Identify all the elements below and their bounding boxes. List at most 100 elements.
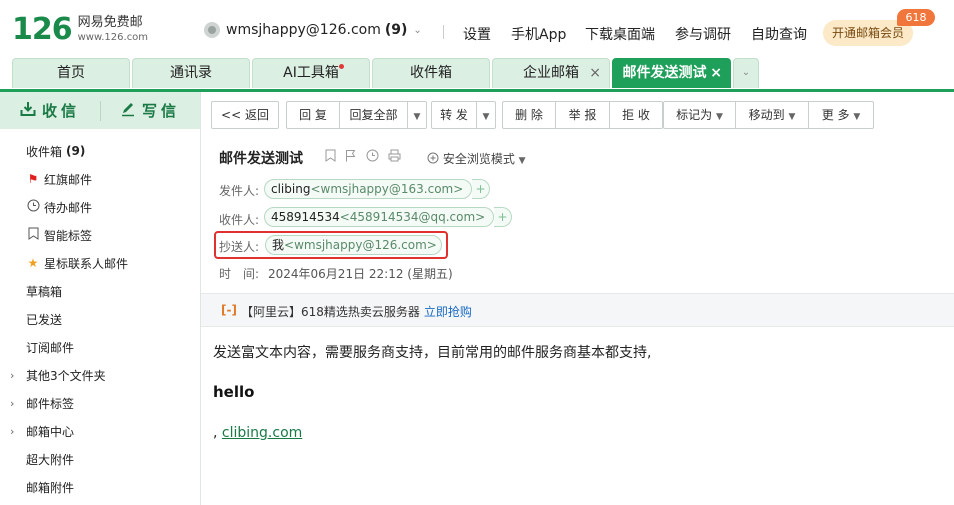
sidebar-item-label: 红旗邮件 bbox=[44, 172, 93, 187]
reply-all-button[interactable]: 回复全部 bbox=[340, 101, 408, 129]
ad-banner: [-] 【阿里云】618精选热卖云服务器 立即抢购 bbox=[201, 293, 954, 327]
tab-inbox[interactable]: 收件箱 bbox=[372, 58, 490, 88]
sidebar-item-mail-center[interactable]: › 邮箱中心 bbox=[0, 417, 200, 445]
sidebar-item-inbox[interactable]: 收件箱 (9) bbox=[26, 137, 226, 165]
more-button[interactable]: 更 多 ▼ bbox=[809, 101, 874, 129]
bookmark-icon bbox=[26, 227, 40, 243]
move-to-button[interactable]: 移动到 ▼ bbox=[736, 101, 809, 129]
ad-text: 【阿里云】618精选热卖云服务器 立即抢购 bbox=[241, 303, 472, 320]
sidebar-item-other-folders[interactable]: › 其他3个文件夹 bbox=[0, 361, 200, 389]
to-address: <458914534@qq.com> bbox=[339, 210, 486, 224]
nav-self-service[interactable]: 自助查询 bbox=[751, 24, 807, 44]
forward-button[interactable]: 转 发 bbox=[431, 101, 477, 129]
bookmark-icon[interactable] bbox=[325, 149, 336, 166]
write-label: 写信 bbox=[141, 102, 180, 120]
move-to-label: 移动到 bbox=[748, 108, 785, 122]
star-icon: ★ bbox=[27, 256, 39, 270]
sidebar-item-attachments[interactable]: 邮箱附件 bbox=[26, 473, 226, 501]
sidebar-item-subscriptions[interactable]: 订阅邮件 bbox=[26, 333, 226, 361]
nav-desktop-download[interactable]: 下载桌面端 bbox=[585, 24, 655, 44]
reject-button[interactable]: 拒 收 bbox=[610, 101, 663, 129]
close-icon[interactable]: × bbox=[710, 59, 722, 88]
header-divider bbox=[443, 25, 444, 39]
download-icon bbox=[20, 101, 36, 121]
chevron-down-icon: ▼ bbox=[715, 112, 723, 122]
delete-button[interactable]: 删 除 bbox=[502, 101, 556, 129]
add-contact-icon[interactable]: + bbox=[494, 207, 512, 227]
safe-browsing-toggle[interactable]: 安全浏览模式 ▼ bbox=[427, 150, 526, 167]
tab-mail-test[interactable]: 邮件发送测试 × bbox=[612, 58, 731, 88]
clock-icon[interactable] bbox=[366, 149, 379, 166]
sidebar-item-mail-tags[interactable]: › 邮件标签 bbox=[0, 389, 200, 417]
tab-label: 邮件发送测试 bbox=[622, 65, 707, 81]
tab-bar: 首页 通讯录 AI工具箱 收件箱 企业邮箱 × 邮件发送测试 × ⌄ bbox=[0, 58, 954, 90]
tab-label: 企业邮箱 bbox=[523, 65, 579, 81]
report-button[interactable]: 举 报 bbox=[556, 101, 610, 129]
sidebar-item-label: 草稿箱 bbox=[26, 284, 63, 299]
sidebar-item-label: 邮件标签 bbox=[26, 396, 75, 411]
pencil-icon bbox=[120, 101, 136, 121]
sidebar-item-label: 星标联系人邮件 bbox=[44, 256, 129, 271]
tab-contacts[interactable]: 通讯录 bbox=[132, 58, 250, 88]
sidebar-item-todo[interactable]: 待办邮件 bbox=[26, 193, 226, 221]
chevron-down-icon[interactable]: ⌄ bbox=[733, 58, 759, 88]
sidebar-item-drafts[interactable]: 草稿箱 bbox=[26, 277, 226, 305]
flag-icon[interactable] bbox=[345, 149, 357, 166]
receive-button[interactable]: 收信 bbox=[0, 92, 100, 129]
mark-as-button[interactable]: 标记为 ▼ bbox=[663, 101, 736, 129]
write-button[interactable]: 写信 bbox=[100, 92, 200, 129]
mark-as-label: 标记为 bbox=[676, 108, 713, 122]
back-button[interactable]: << 返回 bbox=[211, 101, 279, 129]
vip-promo-badge: 618 bbox=[897, 9, 935, 26]
website-link[interactable]: clibing.com bbox=[222, 425, 302, 441]
sidebar-item-label: 邮箱附件 bbox=[26, 480, 75, 495]
sidebar-item-sent[interactable]: 已发送 bbox=[26, 305, 226, 333]
chevron-right-icon[interactable]: › bbox=[10, 425, 14, 438]
tab-ai-toolbox[interactable]: AI工具箱 bbox=[252, 58, 370, 88]
time-value: 2024年06月21日 22:12 (星期五) bbox=[268, 267, 453, 281]
cc-highlight-box bbox=[214, 231, 448, 259]
chevron-down-icon: ▼ bbox=[518, 156, 526, 166]
flag-icon: ⚑ bbox=[27, 172, 39, 186]
sidebar-item-large-attachments[interactable]: 超大附件 bbox=[26, 445, 226, 473]
sidebar-item-label: 待办邮件 bbox=[44, 200, 93, 215]
sidebar-item-starred-contacts[interactable]: ★ 星标联系人邮件 bbox=[26, 249, 226, 277]
chevron-right-icon[interactable]: › bbox=[10, 369, 14, 382]
from-contact-chip[interactable]: clibing<wmsjhappy@163.com> bbox=[264, 179, 472, 199]
logo[interactable]: 126 网易免费邮 www.126.com bbox=[12, 12, 148, 48]
nav-mobile-app[interactable]: 手机App bbox=[511, 24, 566, 44]
tab-home[interactable]: 首页 bbox=[12, 58, 130, 88]
chevron-down-icon: ⌄ bbox=[413, 24, 422, 36]
tab-enterprise-mail[interactable]: 企业邮箱 × bbox=[492, 58, 610, 88]
ad-buy-link[interactable]: 立即抢购 bbox=[424, 305, 472, 319]
reply-button[interactable]: 回 复 bbox=[286, 101, 340, 129]
shield-plus-icon bbox=[427, 152, 439, 166]
close-icon[interactable]: × bbox=[589, 59, 601, 88]
sidebar-item-smart-tags[interactable]: 智能标签 bbox=[26, 221, 226, 249]
mail-body-link-line: , clibing.com bbox=[213, 425, 302, 441]
forward-dropdown[interactable]: ▼ bbox=[477, 101, 496, 129]
time-label: 时 间: bbox=[219, 267, 260, 281]
to-name: 458914534 bbox=[271, 210, 340, 224]
compose-bar: 收信 写信 bbox=[0, 92, 200, 129]
reply-dropdown[interactable]: ▼ bbox=[408, 101, 427, 129]
chevron-right-icon[interactable]: › bbox=[10, 397, 14, 410]
tab-label: 首页 bbox=[57, 65, 85, 81]
clock-icon bbox=[26, 199, 40, 215]
sidebar-item-label: 收件箱 bbox=[26, 144, 63, 159]
cloud-logo-icon: [-] bbox=[221, 303, 237, 317]
sidebar-item-flagged[interactable]: ⚑ 红旗邮件 bbox=[26, 165, 226, 193]
print-icon[interactable] bbox=[388, 149, 401, 166]
nav-survey[interactable]: 参与调研 bbox=[675, 24, 731, 44]
mail-body-heading: hello bbox=[213, 383, 255, 401]
chevron-down-icon: ▼ bbox=[482, 112, 490, 122]
safe-browsing-label: 安全浏览模式 bbox=[442, 152, 515, 166]
to-contact-chip[interactable]: 458914534<458914534@qq.com> bbox=[264, 207, 494, 227]
nav-settings[interactable]: 设置 bbox=[463, 24, 491, 44]
sidebar-item-label: 订阅邮件 bbox=[26, 340, 75, 355]
add-contact-icon[interactable]: + bbox=[472, 179, 490, 199]
subject-actions bbox=[325, 149, 410, 166]
avatar-icon bbox=[204, 22, 220, 38]
sidebar-item-label: 已发送 bbox=[26, 312, 63, 327]
account-switcher[interactable]: wmsjhappy@126.com (9) ⌄ bbox=[204, 22, 422, 38]
